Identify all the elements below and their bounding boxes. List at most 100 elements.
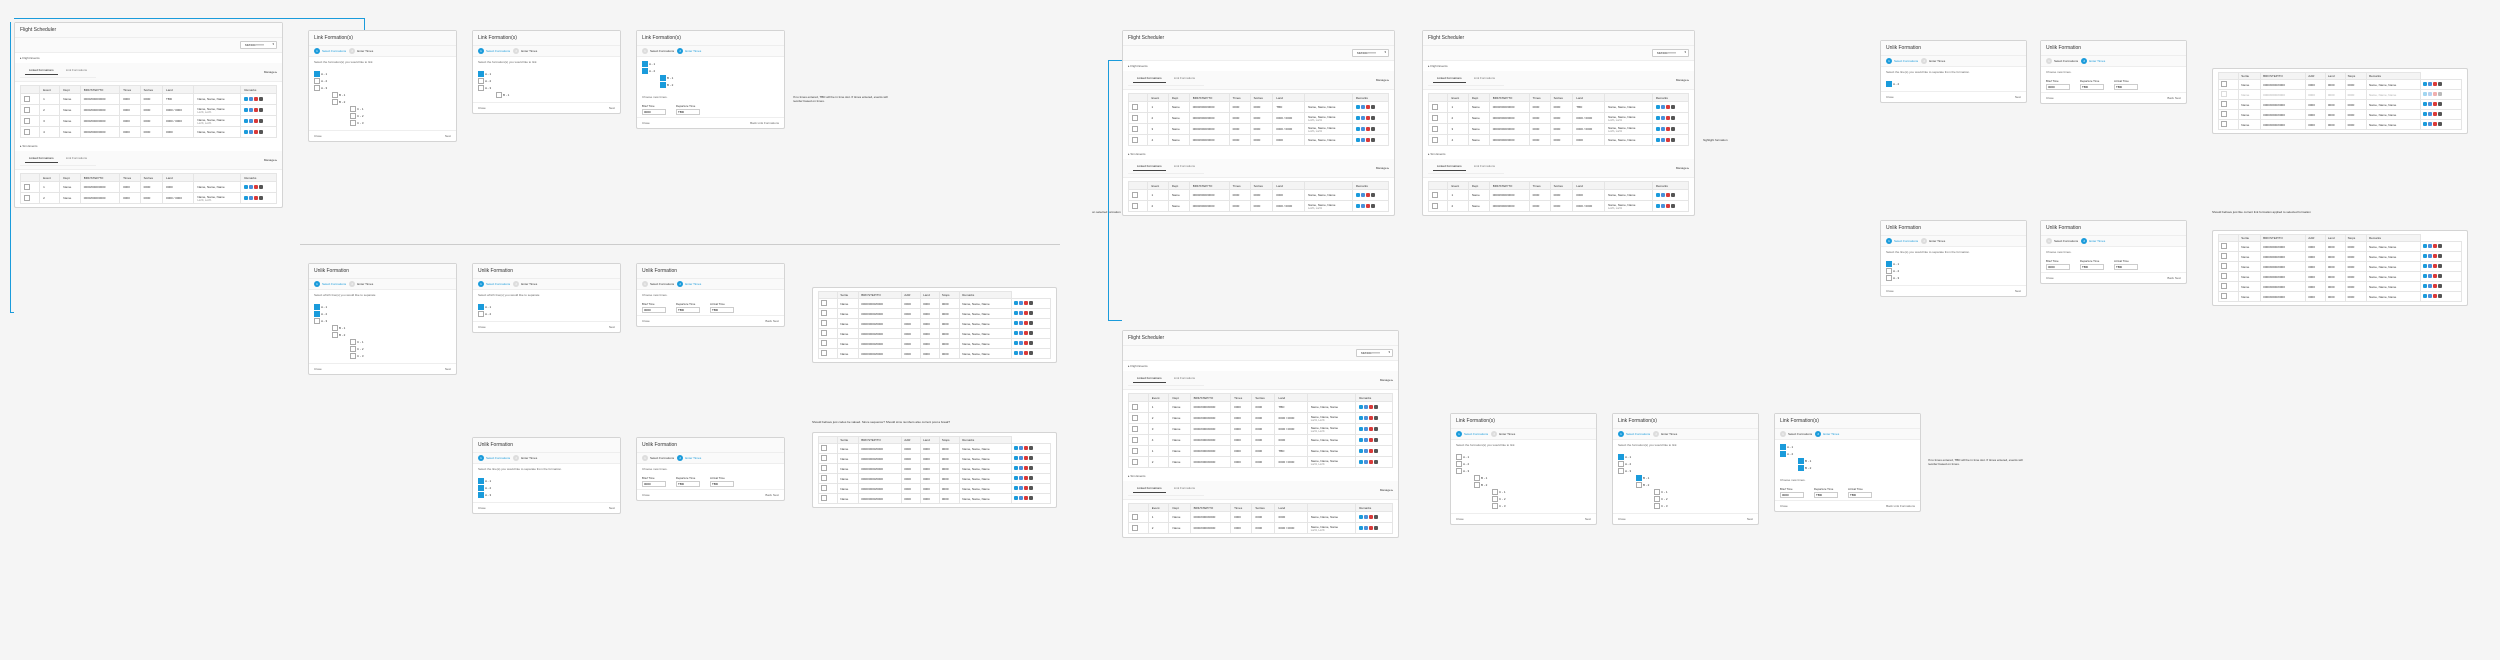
r-action-icon[interactable] <box>1369 405 1373 409</box>
p-action-icon[interactable] <box>1014 496 1018 500</box>
brief-input[interactable] <box>1780 492 1804 498</box>
tab-linked[interactable]: Linked Formations <box>1133 374 1166 383</box>
step-1[interactable]: 1Select Formations <box>478 281 510 287</box>
formation-checkbox[interactable] <box>332 325 338 331</box>
g-action-icon[interactable] <box>2428 294 2432 298</box>
row-checkbox[interactable] <box>821 330 827 336</box>
k-action-icon[interactable] <box>2438 264 2442 268</box>
step-2[interactable]: 2Enter Times <box>1653 431 1677 437</box>
g-action-icon[interactable] <box>249 97 253 101</box>
tab-linked[interactable]: Linked Formations <box>1133 162 1166 171</box>
tab-link[interactable]: Link Formations <box>62 66 91 75</box>
formation-checkbox[interactable] <box>314 78 320 84</box>
step-1[interactable]: 1Select Formations <box>478 455 510 461</box>
formation-checkbox[interactable] <box>478 71 484 77</box>
step-1[interactable]: 1Select Formations <box>1886 238 1918 244</box>
g-action-icon[interactable] <box>1019 321 1023 325</box>
p-action-icon[interactable] <box>2423 112 2427 116</box>
formation-checkbox[interactable] <box>350 339 356 345</box>
step-1[interactable]: 1Select Formations <box>642 455 674 461</box>
r-action-icon[interactable] <box>2433 122 2437 126</box>
close-button[interactable]: Close <box>2046 276 2054 280</box>
formation-checkbox[interactable] <box>1618 454 1624 460</box>
r-action-icon[interactable] <box>1666 138 1670 142</box>
k-action-icon[interactable] <box>2438 102 2442 106</box>
g-action-icon[interactable] <box>1364 416 1368 420</box>
k-action-icon[interactable] <box>1029 446 1033 450</box>
k-action-icon[interactable] <box>1029 311 1033 315</box>
r-action-icon[interactable] <box>1024 456 1028 460</box>
next-button[interactable]: Next <box>2175 276 2181 280</box>
p-action-icon[interactable] <box>244 119 248 123</box>
p-action-icon[interactable] <box>2423 284 2427 288</box>
step-1[interactable]: 1Select Formations <box>478 48 510 54</box>
g-action-icon[interactable] <box>2428 244 2432 248</box>
k-action-icon[interactable] <box>2438 82 2442 86</box>
p-action-icon[interactable] <box>1359 438 1363 442</box>
k-action-icon[interactable] <box>1374 449 1378 453</box>
step-2[interactable]: 2Enter Times <box>2081 238 2105 244</box>
row-checkbox[interactable] <box>1132 437 1138 443</box>
next-button[interactable]: Next <box>2175 96 2181 100</box>
formation-checkbox[interactable] <box>1654 496 1660 502</box>
next-button[interactable]: Next <box>609 325 615 329</box>
r-action-icon[interactable] <box>1666 127 1670 131</box>
g-action-icon[interactable] <box>1364 460 1368 464</box>
tab-link[interactable]: Link Formations <box>1170 74 1199 83</box>
k-action-icon[interactable] <box>259 97 263 101</box>
formation-checkbox[interactable] <box>1456 454 1462 460</box>
step-1[interactable]: 1Select Formations <box>1886 58 1918 64</box>
p-action-icon[interactable] <box>1014 476 1018 480</box>
row-checkbox[interactable] <box>2221 121 2227 127</box>
r-action-icon[interactable] <box>1024 331 1028 335</box>
p-action-icon[interactable] <box>1014 351 1018 355</box>
next-button[interactable]: Next <box>1747 517 1753 521</box>
r-action-icon[interactable] <box>1369 526 1373 530</box>
formation-checkbox[interactable] <box>1456 468 1462 474</box>
row-checkbox[interactable] <box>24 118 30 124</box>
p-action-icon[interactable] <box>1359 449 1363 453</box>
formation-checkbox[interactable] <box>478 304 484 310</box>
r-action-icon[interactable] <box>254 130 258 134</box>
row-checkbox[interactable] <box>1132 115 1138 121</box>
p-action-icon[interactable] <box>2423 274 2427 278</box>
g-action-icon[interactable] <box>1364 515 1368 519</box>
r-action-icon[interactable] <box>1024 486 1028 490</box>
g-action-icon[interactable] <box>1364 526 1368 530</box>
row-checkbox[interactable] <box>1132 137 1138 143</box>
close-button[interactable]: Close <box>642 493 650 497</box>
r-action-icon[interactable] <box>2433 92 2437 96</box>
sim-events-label[interactable]: ▸ Sim Events <box>15 141 282 151</box>
p-action-icon[interactable] <box>2423 122 2427 126</box>
arrive-input[interactable] <box>2114 84 2138 90</box>
k-action-icon[interactable] <box>2438 284 2442 288</box>
close-button[interactable]: Close <box>1886 289 1894 293</box>
next-button[interactable]: Next <box>445 367 451 371</box>
g-action-icon[interactable] <box>1019 476 1023 480</box>
k-action-icon[interactable] <box>1671 127 1675 131</box>
step-2[interactable]: 2Enter Times <box>1491 431 1515 437</box>
formation-checkbox[interactable] <box>660 82 666 88</box>
k-action-icon[interactable] <box>2438 122 2442 126</box>
p-action-icon[interactable] <box>1656 127 1660 131</box>
row-checkbox[interactable] <box>1132 514 1138 520</box>
step-2[interactable]: 2Enter Times <box>1815 431 1839 437</box>
row-checkbox[interactable] <box>2221 81 2227 87</box>
row-checkbox[interactable] <box>821 300 827 306</box>
g-action-icon[interactable] <box>1361 116 1365 120</box>
back-button[interactable]: Back <box>765 493 773 497</box>
k-action-icon[interactable] <box>1374 416 1378 420</box>
step-1[interactable]: 1Select Formations <box>2046 238 2078 244</box>
r-action-icon[interactable] <box>1366 204 1370 208</box>
r-action-icon[interactable] <box>1366 127 1370 131</box>
manage-link[interactable]: Manage ▸ <box>1676 78 1689 82</box>
close-button[interactable]: Close <box>314 367 322 371</box>
row-checkbox[interactable] <box>1432 104 1438 110</box>
tab-linked[interactable]: Linked Formations <box>1133 484 1166 493</box>
row-checkbox[interactable] <box>821 445 827 451</box>
k-action-icon[interactable] <box>1371 105 1375 109</box>
g-action-icon[interactable] <box>249 196 253 200</box>
row-checkbox[interactable] <box>2221 253 2227 259</box>
step-1[interactable]: 1Select Formations <box>314 281 346 287</box>
row-checkbox[interactable] <box>24 184 30 190</box>
